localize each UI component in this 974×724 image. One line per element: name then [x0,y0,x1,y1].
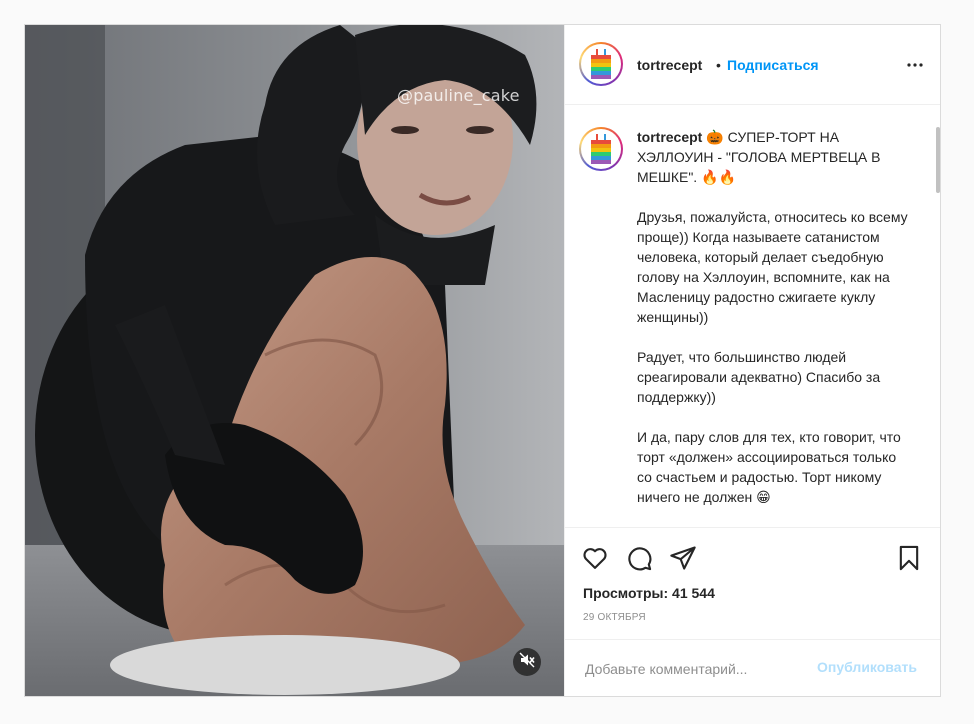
follow-button[interactable]: Подписаться [727,57,819,73]
cake-logo-icon [591,134,611,164]
post-header: tortrecept • Подписаться [565,25,940,105]
post-date[interactable]: 29 октября [583,612,646,623]
caption-scrollbar[interactable] [936,127,940,193]
caption-section[interactable]: tortrecept 🎃 СУПЕР-ТОРТ НА ХЭЛЛОУИН - "ГО… [565,105,940,527]
caption-username[interactable]: tortrecept [637,129,702,145]
publish-button[interactable]: Опубликовать [817,659,917,675]
share-icon[interactable] [669,544,697,572]
more-options-button[interactable] [903,53,927,77]
heart-icon[interactable] [581,544,609,572]
post-video[interactable]: @pauline_cake [25,25,564,696]
header-username[interactable]: tortrecept [637,57,702,73]
mute-button[interactable] [513,648,541,676]
post-dialog: @pauline_cake tortrecept • Подписаться t… [24,24,941,697]
comment-input[interactable] [583,657,807,681]
views-count[interactable]: Просмотры: 41 544 [583,585,715,601]
caption-text: tortrecept 🎃 СУПЕР-ТОРТ НА ХЭЛЛОУИН - "ГО… [637,127,912,507]
post-sidebar: tortrecept • Подписаться tortrecept 🎃 СУ… [564,25,940,696]
cake-logo-icon [591,49,611,79]
volume-off-icon [519,652,535,673]
bookmark-icon[interactable] [895,544,923,572]
video-frame [25,25,564,696]
caption-avatar[interactable] [579,127,623,171]
video-watermark: @pauline_cake [397,86,520,105]
separator-dot: • [716,57,721,73]
action-bar: Просмотры: 41 544 29 октября [565,527,940,639]
caption-body: 🎃 СУПЕР-ТОРТ НА ХЭЛЛОУИН - "ГОЛОВА МЕРТВ… [637,129,908,505]
comment-icon[interactable] [625,544,653,572]
ellipsis-icon [907,63,923,67]
avatar[interactable] [579,42,623,86]
comment-bar: Опубликовать [565,639,940,696]
